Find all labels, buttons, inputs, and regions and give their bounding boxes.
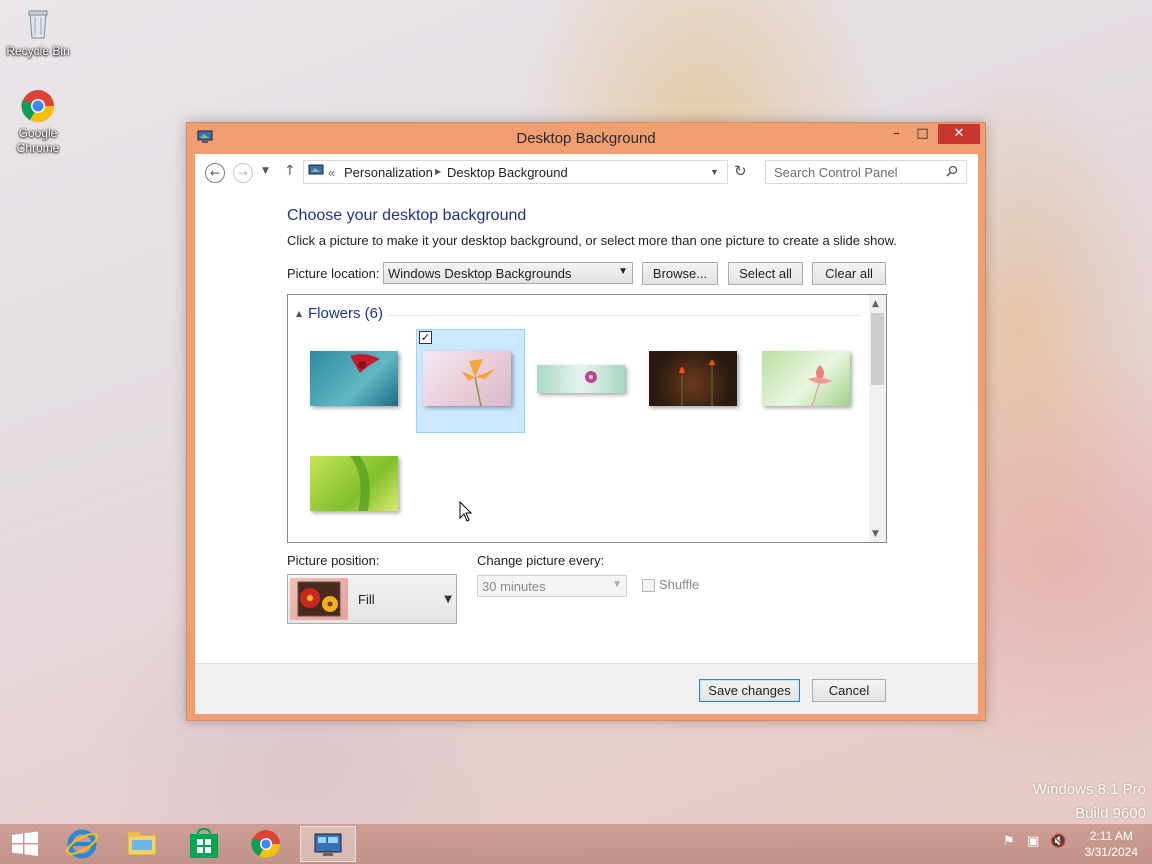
address-prefix: « bbox=[328, 165, 336, 180]
picture-position-dropdown[interactable]: Fill ▼ bbox=[287, 574, 457, 624]
clear-all-button[interactable]: Clear all bbox=[812, 262, 886, 285]
picture-gallery: ▲ Flowers (6) ✓ ▲ ▼ bbox=[287, 294, 887, 543]
chrome-label: Google Chrome bbox=[16, 126, 60, 155]
change-picture-value: 30 minutes bbox=[482, 579, 546, 594]
breadcrumb-personalization[interactable]: Personalization bbox=[344, 165, 433, 180]
folder-icon bbox=[127, 832, 157, 856]
thumbnail-checkbox[interactable]: ✓ bbox=[419, 331, 432, 344]
group-collapse-icon[interactable]: ▲ bbox=[296, 309, 302, 318]
gallery-scrollbar[interactable]: ▲ ▼ bbox=[869, 295, 886, 542]
taskbar: ⚑ ▣ 🔇 2:11 AM 3/31/2024 bbox=[0, 824, 1152, 864]
recent-pages-chevron-icon[interactable]: ▼ bbox=[262, 166, 269, 176]
search-input[interactable]: Search Control Panel bbox=[765, 160, 967, 184]
chrome-icon bbox=[251, 830, 280, 858]
picture-location-value: Windows Desktop Backgrounds bbox=[388, 266, 572, 281]
control-panel-small-icon bbox=[308, 164, 324, 181]
select-all-button[interactable]: Select all bbox=[728, 262, 803, 285]
navigation-bar: ← → ▼ ↑ « Personalization ▶ Desktop Back… bbox=[195, 154, 978, 188]
close-button[interactable]: ✕ bbox=[938, 124, 980, 144]
clock-date: 3/31/2024 bbox=[1084, 845, 1138, 859]
picture-location-label: Picture location: bbox=[287, 266, 380, 281]
refresh-icon[interactable]: ↻ bbox=[734, 162, 747, 180]
change-picture-label: Change picture every: bbox=[477, 553, 605, 568]
position-preview-icon bbox=[290, 578, 348, 620]
shuffle-label: Shuffle bbox=[659, 577, 700, 592]
thumbnail-5[interactable] bbox=[762, 351, 850, 407]
picture-position-label: Picture position: bbox=[287, 553, 380, 568]
chevron-down-icon: ▼ bbox=[612, 579, 622, 590]
group-header-flowers[interactable]: Flowers (6) bbox=[308, 305, 383, 322]
taskbar-store[interactable] bbox=[176, 826, 232, 862]
chevron-down-icon: ▼ bbox=[444, 594, 452, 605]
up-arrow-icon[interactable]: ↑ bbox=[284, 163, 296, 179]
chrome-icon bbox=[20, 88, 56, 124]
save-changes-button[interactable]: Save changes bbox=[699, 679, 800, 702]
taskbar-google-chrome[interactable] bbox=[238, 826, 294, 862]
group-divider bbox=[388, 315, 860, 316]
windows-logo-icon bbox=[12, 831, 38, 856]
taskbar-file-explorer[interactable] bbox=[114, 826, 170, 862]
scrollbar-thumb[interactable] bbox=[871, 313, 884, 385]
change-picture-interval-dropdown[interactable]: 30 minutes ▼ bbox=[477, 575, 627, 597]
recycle-bin-icon bbox=[20, 6, 56, 42]
chevron-down-icon: ▼ bbox=[618, 266, 628, 277]
back-icon[interactable]: ← bbox=[205, 163, 225, 183]
address-bar[interactable]: « Personalization ▶ Desktop Background ▼ bbox=[303, 160, 728, 184]
shuffle-checkbox[interactable] bbox=[642, 579, 655, 592]
internet-explorer-icon bbox=[65, 829, 99, 859]
window-client-area: ← → ▼ ↑ « Personalization ▶ Desktop Back… bbox=[195, 154, 978, 714]
picture-position-value: Fill bbox=[358, 592, 375, 607]
breadcrumb-separator-icon: ▶ bbox=[435, 167, 442, 176]
cancel-button[interactable]: Cancel bbox=[812, 679, 886, 702]
windows-edition-watermark: Windows 8.1 Pro bbox=[1032, 781, 1146, 798]
system-clock[interactable]: 2:11 AM 3/31/2024 bbox=[1085, 828, 1138, 860]
desktop-icon-google-chrome[interactable]: Google Chrome bbox=[0, 88, 76, 156]
network-icon[interactable]: ▣ bbox=[1027, 834, 1039, 849]
picture-location-dropdown[interactable]: Windows Desktop Backgrounds ▼ bbox=[383, 262, 633, 284]
minimize-button[interactable]: – bbox=[883, 124, 910, 144]
thumbnail-1[interactable] bbox=[310, 351, 398, 406]
windows-build-watermark: Build 9600 bbox=[1075, 805, 1146, 822]
volume-muted-icon[interactable]: 🔇 bbox=[1050, 834, 1066, 849]
mouse-cursor-icon bbox=[459, 500, 473, 526]
thumbnail-4[interactable] bbox=[649, 351, 737, 406]
start-button[interactable] bbox=[0, 826, 50, 862]
page-title: Choose your desktop background bbox=[287, 207, 527, 224]
desktop-background-window: Desktop Background – □ ✕ ← → ▼ ↑ « Perso… bbox=[186, 122, 986, 721]
search-icon[interactable] bbox=[946, 165, 958, 180]
scroll-up-icon[interactable]: ▲ bbox=[872, 299, 879, 309]
store-icon bbox=[190, 827, 218, 858]
window-title: Desktop Background bbox=[516, 130, 656, 147]
scroll-down-icon[interactable]: ▼ bbox=[872, 529, 879, 539]
address-dropdown-icon[interactable]: ▼ bbox=[710, 167, 719, 177]
page-description: Click a picture to make it your desktop … bbox=[287, 233, 897, 248]
clock-time: 2:11 AM bbox=[1089, 829, 1133, 843]
dialog-footer: Save changes Cancel bbox=[195, 663, 978, 714]
control-panel-icon bbox=[314, 833, 342, 856]
browse-button[interactable]: Browse... bbox=[642, 262, 718, 285]
forward-icon[interactable]: → bbox=[233, 163, 253, 183]
thumbnail-2[interactable] bbox=[423, 351, 511, 407]
title-bar[interactable]: Desktop Background – □ ✕ bbox=[187, 123, 985, 153]
desktop-icon-recycle-bin[interactable]: Recycle Bin bbox=[0, 6, 76, 59]
taskbar-internet-explorer[interactable] bbox=[54, 826, 110, 862]
thumbnail-6[interactable] bbox=[310, 456, 398, 511]
taskbar-control-panel[interactable] bbox=[300, 826, 356, 862]
breadcrumb-desktop-background[interactable]: Desktop Background bbox=[447, 165, 568, 180]
maximize-button[interactable]: □ bbox=[909, 124, 936, 144]
recycle-bin-label: Recycle Bin bbox=[6, 44, 70, 58]
thumbnail-3[interactable] bbox=[537, 365, 625, 393]
action-center-flag-icon[interactable]: ⚑ bbox=[1003, 834, 1015, 849]
